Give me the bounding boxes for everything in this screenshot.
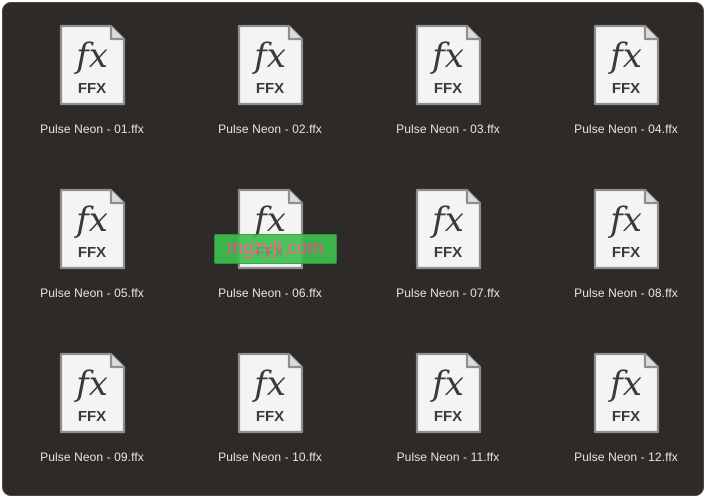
- icon-glyph: fx: [251, 36, 286, 76]
- icon-badge: FFX: [78, 80, 106, 97]
- file-item[interactable]: fx FFX Pulse Neon - 02.ffx: [195, 3, 345, 143]
- ffx-document-icon: fx FFX: [57, 23, 127, 107]
- icon-badge: FFX: [256, 80, 284, 97]
- icon-glyph: fx: [607, 364, 642, 404]
- file-name-label: Pulse Neon - 10.ffx: [218, 450, 322, 464]
- file-name-label: Pulse Neon - 03.ffx: [396, 122, 500, 136]
- file-name-label: Pulse Neon - 07.ffx: [396, 286, 500, 300]
- ffx-document-icon: fx FFX: [413, 187, 483, 271]
- file-item[interactable]: fx FFX Pulse Neon - 12.ffx: [551, 331, 701, 471]
- ffx-document-icon: fx FFX: [413, 351, 483, 435]
- ffx-document-icon: fx FFX: [57, 351, 127, 435]
- icon-glyph: fx: [429, 200, 464, 240]
- icon-badge: FFX: [78, 244, 106, 261]
- icon-glyph: fx: [73, 364, 108, 404]
- file-item[interactable]: fx FFX Pulse Neon - 07.ffx: [373, 167, 523, 307]
- file-item[interactable]: fx FFX Pulse Neon - 08.ffx: [551, 167, 701, 307]
- file-item[interactable]: fx FFX Pulse Neon - 05.ffx: [17, 167, 167, 307]
- icon-glyph: fx: [251, 364, 286, 404]
- icon-glyph: fx: [607, 36, 642, 76]
- ffx-document-icon: fx FFX: [235, 23, 305, 107]
- icon-badge: FFX: [612, 80, 640, 97]
- ffx-document-icon: fx FFX: [57, 187, 127, 271]
- file-item[interactable]: fx FFX Pulse Neon - 10.ffx: [195, 331, 345, 471]
- file-name-label: Pulse Neon - 09.ffx: [40, 450, 144, 464]
- icon-badge: FFX: [612, 408, 640, 425]
- icon-glyph: fx: [73, 200, 108, 240]
- icon-badge: FFX: [434, 244, 462, 261]
- watermark-badge: mgzyjt.com: [214, 234, 337, 264]
- icon-badge: FFX: [612, 244, 640, 261]
- file-item[interactable]: fx FFX Pulse Neon - 01.ffx: [17, 3, 167, 143]
- file-item[interactable]: fx FFX Pulse Neon - 03.ffx: [373, 3, 523, 143]
- file-name-label: Pulse Neon - 08.ffx: [574, 286, 678, 300]
- icon-badge: FFX: [256, 408, 284, 425]
- ffx-document-icon: fx FFX: [413, 23, 483, 107]
- file-name-label: Pulse Neon - 04.ffx: [574, 122, 678, 136]
- file-item[interactable]: fx FFX Pulse Neon - 09.ffx: [17, 331, 167, 471]
- icon-glyph: fx: [429, 364, 464, 404]
- ffx-document-icon: fx FFX: [591, 187, 661, 271]
- ffx-document-icon: fx FFX: [591, 23, 661, 107]
- file-name-label: Pulse Neon - 12.ffx: [574, 450, 678, 464]
- ffx-document-icon: fx FFX: [235, 351, 305, 435]
- file-name-label: Pulse Neon - 06.ffx: [218, 286, 322, 300]
- icon-badge: FFX: [78, 408, 106, 425]
- icon-badge: FFX: [434, 408, 462, 425]
- file-grid: fx FFX Pulse Neon - 01.ffx fx FFX Pulse Neon …: [3, 3, 703, 495]
- icon-badge: FFX: [434, 80, 462, 97]
- file-name-label: Pulse Neon - 02.ffx: [218, 122, 322, 136]
- icon-glyph: fx: [73, 36, 108, 76]
- icon-glyph: fx: [607, 200, 642, 240]
- file-name-label: Pulse Neon - 11.ffx: [396, 450, 500, 464]
- file-name-label: Pulse Neon - 05.ffx: [40, 286, 144, 300]
- finder-icon-view: fx FFX Pulse Neon - 01.ffx fx FFX Pulse Neon …: [2, 2, 704, 496]
- icon-glyph: fx: [429, 36, 464, 76]
- file-item[interactable]: fx FFX Pulse Neon - 11.ffx: [373, 331, 523, 471]
- file-item[interactable]: fx FFX Pulse Neon - 04.ffx: [551, 3, 701, 143]
- ffx-document-icon: fx FFX: [591, 351, 661, 435]
- file-name-label: Pulse Neon - 01.ffx: [40, 122, 144, 136]
